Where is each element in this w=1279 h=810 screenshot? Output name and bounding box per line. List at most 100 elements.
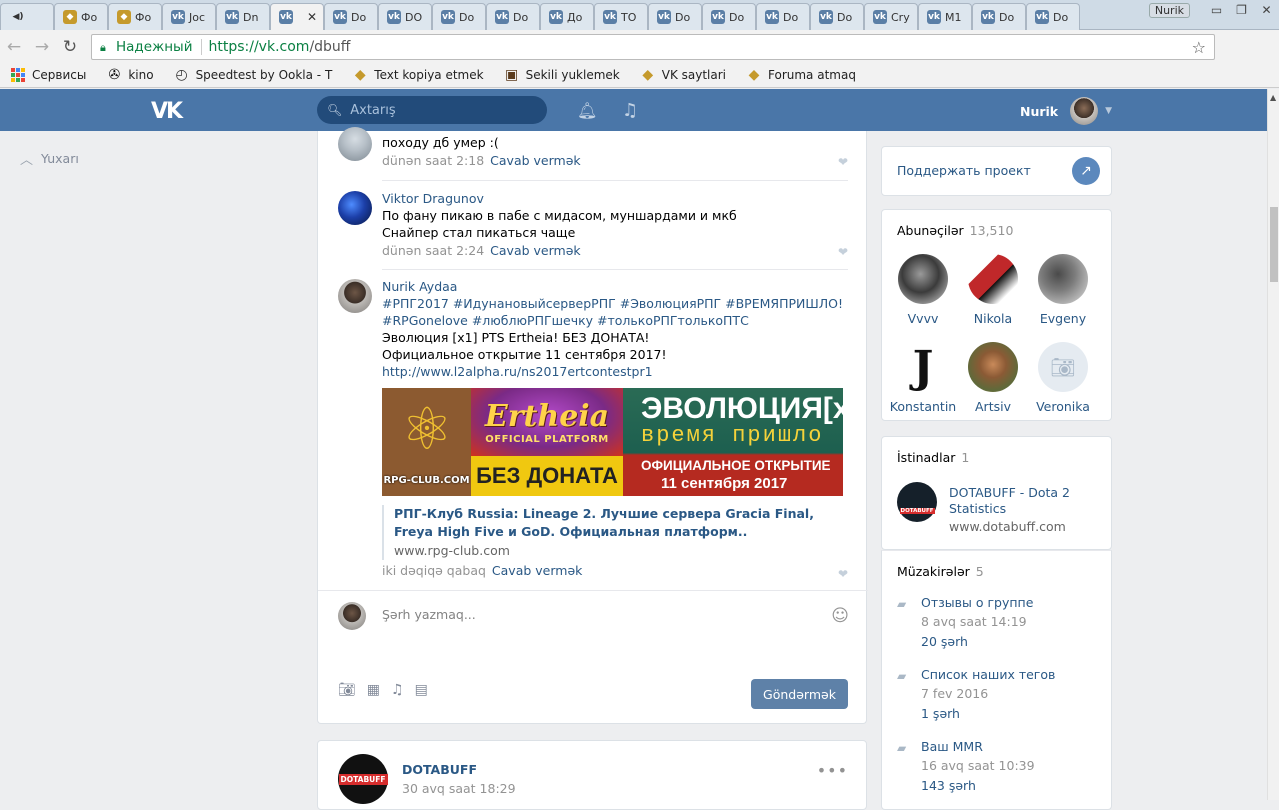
support-project-block[interactable]: Поддержать проект ↗	[881, 146, 1112, 196]
emoji-smile-icon[interactable]: ☺	[831, 606, 849, 626]
browser-tab[interactable]: ◆ Фо	[54, 3, 108, 30]
minimize-button[interactable]: ▭	[1204, 3, 1229, 17]
music-note-icon[interactable]: ♫	[622, 100, 638, 121]
support-project-link[interactable]: Поддержать проект	[897, 163, 1031, 178]
browser-tab[interactable]: vk Do	[972, 3, 1026, 30]
promo-banner-image[interactable]: ⚛ RPG-CLUB.COM Ertheia OFFICIAL PLATFORM…	[382, 388, 843, 496]
address-bar[interactable]: 🔒︎ Надежный https://vk.com/dbuff ☆	[91, 34, 1215, 60]
topic-comment-count[interactable]: 20 şərh	[921, 634, 968, 649]
more-actions-icon[interactable]: •••	[817, 761, 848, 780]
bookmark-item[interactable]: ◴ Speedtest by Ookla - T	[174, 67, 332, 83]
reply-link[interactable]: Cavab vermək	[492, 563, 582, 578]
topic-title[interactable]: Отзывы о группе	[921, 595, 1033, 610]
topic-title[interactable]: Ваш MMR	[921, 739, 983, 754]
subscriber-item[interactable]: Evgeny	[1028, 254, 1098, 326]
link-name[interactable]: DOTABUFF - Dota 2 Statistics	[949, 485, 1099, 517]
page-scrollbar[interactable]: ▲	[1267, 89, 1279, 800]
back-button[interactable]: ←	[0, 37, 28, 57]
send-button[interactable]: Göndərmək	[751, 679, 848, 709]
browser-tab[interactable]: vk Do	[702, 3, 756, 30]
subscribers-header[interactable]: Abunəçilər 13,510	[897, 223, 1013, 238]
comment-time[interactable]: dünən saat 2:18	[382, 153, 484, 168]
comment-url-link[interactable]: http://www.l2alpha.ru/ns2017ertcontestpr…	[382, 363, 848, 380]
browser-tab[interactable]: ◀)	[0, 3, 54, 30]
music-note-icon[interactable]: ♫	[391, 682, 404, 698]
avatar[interactable]	[338, 279, 372, 313]
avatar[interactable]: DOTABUFF	[897, 482, 937, 522]
camera-icon[interactable]: 📷︎	[338, 682, 356, 698]
bookmark-item[interactable]: Сервисы	[10, 67, 86, 83]
topic-title[interactable]: Список наших тегов	[921, 667, 1055, 682]
notifications-bell-icon[interactable]: 🔔︎	[577, 101, 597, 120]
topic-comment-count[interactable]: 143 şərh	[921, 778, 976, 793]
restore-button[interactable]: ❐	[1229, 3, 1254, 17]
scroll-up-arrow-icon[interactable]: ▲	[1270, 93, 1276, 102]
like-heart-icon[interactable]: ❤	[838, 245, 848, 259]
close-window-button[interactable]: ✕	[1254, 3, 1279, 17]
search-input[interactable]: 🔍︎ Axtarış	[317, 96, 547, 124]
browser-tab[interactable]: ◆ Фо	[108, 3, 162, 30]
browser-tab[interactable]: vk Dn	[216, 3, 270, 30]
browser-tab[interactable]: vk M1	[918, 3, 972, 30]
link-preview[interactable]: РПГ-Клуб Russia: Lineage 2. Лучшие серве…	[382, 505, 848, 560]
avatar	[968, 254, 1018, 304]
browser-tab[interactable]: vk До	[540, 3, 594, 30]
reply-link[interactable]: Cavab vermək	[490, 243, 580, 258]
video-film-icon[interactable]: ▦	[367, 682, 380, 698]
like-heart-icon[interactable]: ❤	[838, 155, 848, 169]
browser-profile-chip[interactable]: Nurik	[1148, 2, 1190, 18]
browser-tab[interactable]: vk Joc	[162, 3, 216, 30]
url-text[interactable]: https://vk.com/dbuff	[209, 39, 351, 55]
reply-link[interactable]: Cavab vermək	[490, 153, 580, 168]
browser-tab[interactable]: vk Do	[432, 3, 486, 30]
bookmark-item[interactable]: ◆ Foruma atmaq	[746, 67, 856, 83]
vk-logo[interactable]: VK	[151, 99, 187, 124]
browser-tab[interactable]: vk Do	[486, 3, 540, 30]
hashtags-line[interactable]: #RPGonelove #люблюРПГшечку #толькоРПГтол…	[382, 312, 848, 329]
link-preview-title[interactable]: РПГ-Клуб Russia: Lineage 2. Лучшие серве…	[394, 505, 848, 541]
browser-tab[interactable]: vk ТО	[594, 3, 648, 30]
close-tab-icon[interactable]: ✕	[307, 10, 317, 24]
comment-time[interactable]: iki dəqiqə qabaq	[382, 563, 486, 578]
subscriber-item[interactable]: 📷︎ Veronika	[1028, 342, 1098, 414]
subscriber-item[interactable]: Nikola	[958, 254, 1028, 326]
reload-button[interactable]: ↻	[56, 37, 84, 57]
topic-comment-count[interactable]: 1 şərh	[921, 706, 960, 721]
browser-tab[interactable]: vk Do	[1026, 3, 1080, 30]
bookmark-star-icon[interactable]: ☆	[1192, 38, 1206, 57]
browser-tab[interactable]: vk Do	[324, 3, 378, 30]
like-heart-icon[interactable]: ❤	[838, 567, 848, 581]
scroll-to-top-link[interactable]: ︿ Yuxarı	[20, 149, 79, 168]
avatar[interactable]	[338, 191, 372, 225]
comment-author[interactable]: Viktor Dragunov	[382, 191, 848, 207]
comment-time[interactable]: dünən saat 2:24	[382, 243, 484, 258]
tab-label: M1	[945, 10, 962, 24]
bookmark-item[interactable]: ◆ VK saytlari	[640, 67, 726, 83]
browser-tab[interactable]: vk Do	[810, 3, 864, 30]
discussions-header[interactable]: Müzakirələr 5	[897, 564, 984, 579]
document-icon[interactable]: ▤	[415, 682, 428, 698]
post-time[interactable]: 30 avq saat 18:29	[402, 781, 516, 796]
forward-button[interactable]: →	[28, 37, 56, 57]
arrow-up-right-icon[interactable]: ↗	[1072, 157, 1100, 185]
browser-tab[interactable]: vk Do	[648, 3, 702, 30]
bookmark-item[interactable]: ◆ Text kopiya etmek	[352, 67, 484, 83]
browser-tab[interactable]: vk Do	[756, 3, 810, 30]
avatar[interactable]	[338, 127, 372, 161]
browser-tab[interactable]: vk DO	[378, 3, 432, 30]
avatar[interactable]: DOTABUFF	[338, 754, 388, 804]
post-author[interactable]: DOTABUFF	[402, 762, 477, 777]
browser-tab[interactable]: vk ✕	[270, 3, 324, 30]
subscriber-item[interactable]: Artsiv	[958, 342, 1028, 414]
user-menu[interactable]: Nurik ▼	[1020, 97, 1112, 125]
comment-author[interactable]: Nurik Aydaa	[382, 279, 848, 295]
hashtags-line[interactable]: #РПГ2017 #ИдунановыйсерверРПГ #ЭволюцияР…	[382, 295, 848, 312]
subscriber-item[interactable]: Vvvv	[888, 254, 958, 326]
bookmark-item[interactable]: ✇ kino	[106, 67, 153, 83]
links-header[interactable]: İstinadlar 1	[897, 450, 969, 465]
subscriber-item[interactable]: J Konstantin	[888, 342, 958, 415]
browser-tab[interactable]: vk Cry	[864, 3, 918, 30]
bookmark-item[interactable]: ▣ Sekili yuklemek	[504, 67, 620, 83]
comment-input[interactable]: Şərh yazmaq...	[382, 607, 476, 622]
scrollbar-thumb[interactable]	[1270, 207, 1278, 282]
